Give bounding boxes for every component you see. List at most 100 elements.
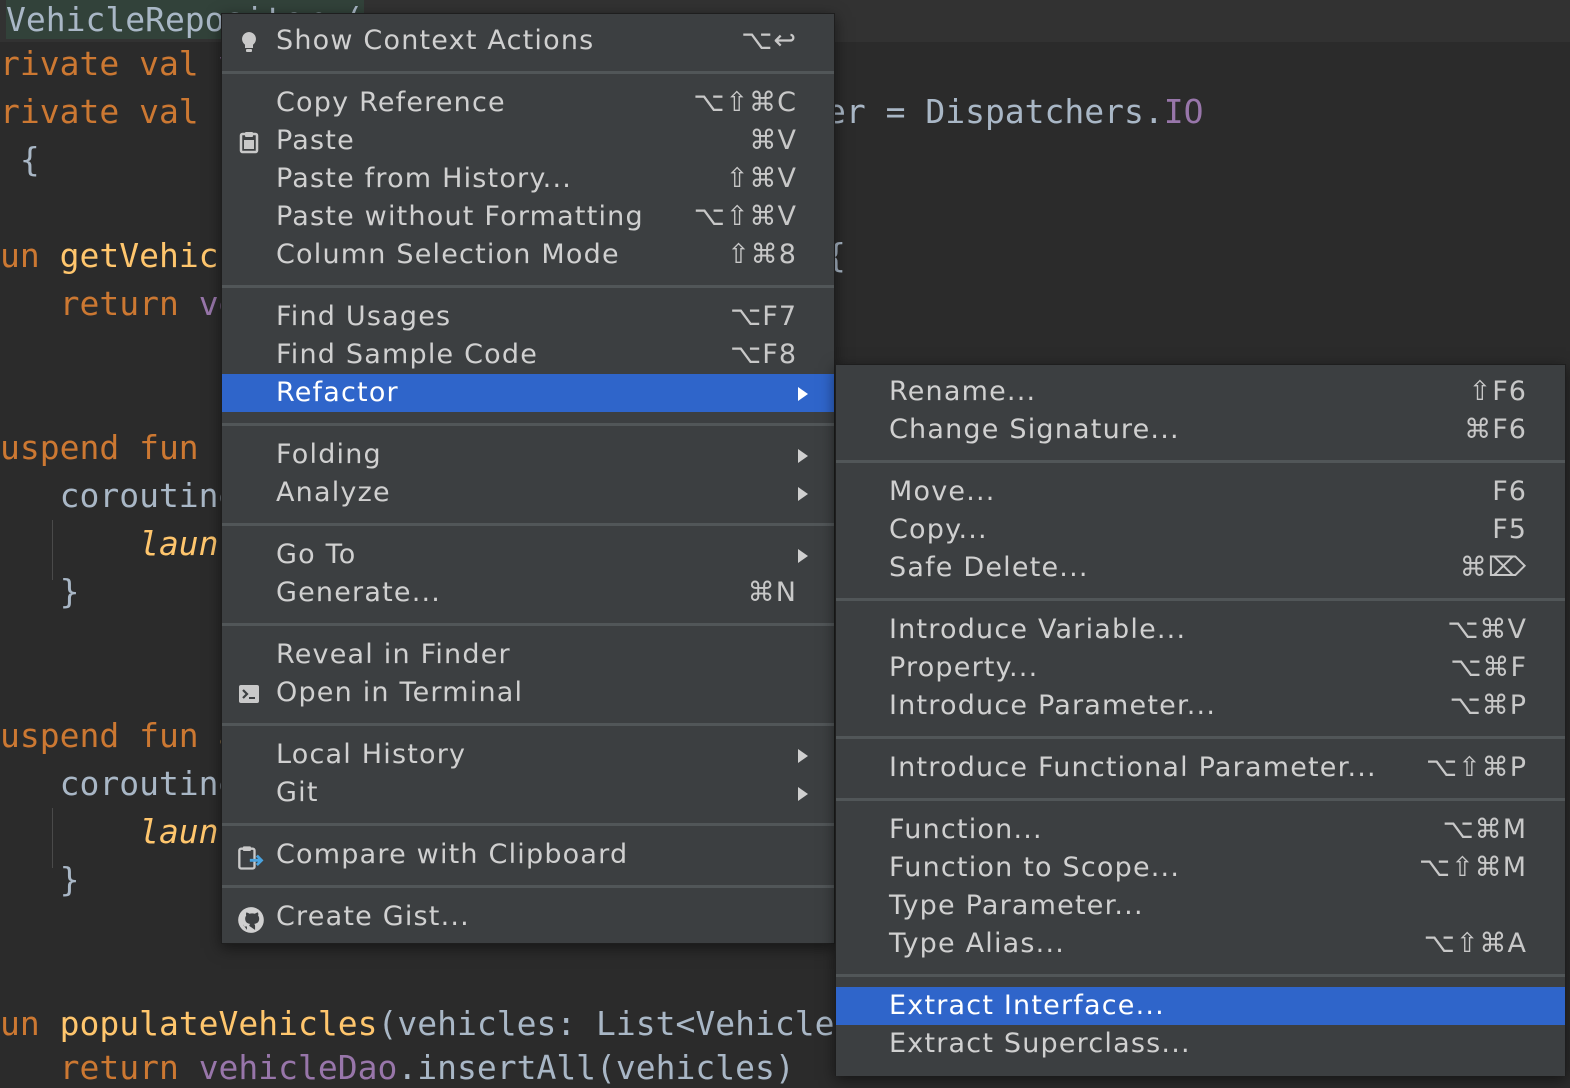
menu-item-type-parameter[interactable]: Type Parameter... xyxy=(836,887,1565,925)
submenu-arrow-icon xyxy=(798,549,808,563)
menu-item-shortcut: ⌥⇧⌘C xyxy=(693,87,797,118)
menu-item-label: Function... xyxy=(889,814,1043,845)
menu-item-shortcut: ⌥F7 xyxy=(730,301,797,332)
menu-item-find-sample-code[interactable]: Find Sample Code ⌥F8 xyxy=(222,336,834,374)
menu-item-folding[interactable]: Folding xyxy=(222,436,834,474)
menu-item-label: Compare with Clipboard xyxy=(276,839,629,870)
menu-item-shortcut: ⌥⌘P xyxy=(1449,690,1527,721)
code-token: un xyxy=(0,1004,60,1043)
menu-item-shortcut: ⌥⌘F xyxy=(1450,652,1527,683)
menu-item-label: Analyze xyxy=(276,477,391,508)
menu-item-shortcut: ⌥⇧⌘M xyxy=(1418,852,1527,883)
menu-item-change-signature[interactable]: Change Signature... ⌘F6 xyxy=(836,411,1565,449)
code-token: return xyxy=(0,1048,199,1087)
code-token: { xyxy=(0,140,40,179)
code-token: populateVehicles xyxy=(59,1004,378,1043)
menu-separator xyxy=(836,736,1565,739)
menu-item-extract-interface[interactable]: Extract Interface... xyxy=(836,987,1565,1025)
submenu-arrow-icon xyxy=(798,387,808,401)
menu-item-introduce-variable[interactable]: Introduce Variable... ⌥⌘V xyxy=(836,611,1565,649)
menu-item-label: Introduce Parameter... xyxy=(889,690,1217,721)
menu-item-create-gist[interactable]: Create Gist... xyxy=(222,898,834,936)
code-token: } xyxy=(0,572,80,611)
menu-item-analyze[interactable]: Analyze xyxy=(222,474,834,512)
menu-item-generate[interactable]: Generate... ⌘N xyxy=(222,574,834,612)
menu-item-label: Git xyxy=(276,777,319,808)
code-token: coroutine xyxy=(0,764,239,803)
menu-item-paste-from-history[interactable]: Paste from History... ⇧⌘V xyxy=(222,160,834,198)
menu-item-shortcut: ⌘F6 xyxy=(1464,414,1527,445)
code-line: er = Dispatchers.IO xyxy=(826,92,1204,132)
menu-item-property[interactable]: Property... ⌥⌘F xyxy=(836,649,1565,687)
menu-item-label: Copy... xyxy=(889,514,988,545)
menu-item-label: Extract Interface... xyxy=(889,990,1165,1021)
menu-item-label: Copy Reference xyxy=(276,87,506,118)
menu-item-move[interactable]: Move... F6 xyxy=(836,473,1565,511)
menu-item-go-to[interactable]: Go To xyxy=(222,536,834,574)
code-line: } xyxy=(0,860,80,900)
menu-item-shortcut: ⌥F8 xyxy=(730,339,797,370)
menu-item-safe-delete[interactable]: Safe Delete... ⌘⌦ xyxy=(836,549,1565,587)
menu-item-label: Open in Terminal xyxy=(276,677,524,708)
context-menu: Show Context Actions ⌥↩ Copy Reference ⌥⇧⌘C… xyxy=(221,13,835,944)
menu-item-paste[interactable]: Paste ⌘V xyxy=(222,122,834,160)
menu-item-local-history[interactable]: Local History xyxy=(222,736,834,774)
menu-separator xyxy=(222,523,834,526)
menu-item-introduce-parameter[interactable]: Introduce Parameter... ⌥⌘P xyxy=(836,687,1565,725)
menu-item-shortcut: F5 xyxy=(1492,514,1527,545)
code-token: er = Dispatchers. xyxy=(826,92,1164,131)
menu-item-git[interactable]: Git xyxy=(222,774,834,812)
menu-item-column-selection-mode[interactable]: Column Selection Mode ⇧⌘8 xyxy=(222,236,834,274)
lightbulb-icon xyxy=(237,30,261,54)
code-token: rivate val xyxy=(0,44,219,83)
menu-item-copy[interactable]: Copy... F5 xyxy=(836,511,1565,549)
menu-item-label: Type Alias... xyxy=(889,928,1066,959)
menu-item-shortcut: ⌥⌘V xyxy=(1447,614,1527,645)
menu-item-rename[interactable]: Rename... ⇧F6 xyxy=(836,373,1565,411)
menu-item-label: Type Parameter... xyxy=(889,890,1144,921)
code-line: uspend fun r xyxy=(0,428,238,468)
menu-item-find-usages[interactable]: Find Usages ⌥F7 xyxy=(222,298,834,336)
code-token: uspend fun xyxy=(0,428,219,467)
menu-item-refactor[interactable]: Refactor xyxy=(222,374,834,412)
menu-item-show-context-actions[interactable]: Show Context Actions ⌥↩ xyxy=(222,22,834,60)
submenu-arrow-icon xyxy=(798,449,808,463)
code-token: launc xyxy=(0,524,239,563)
menu-item-copy-reference[interactable]: Copy Reference ⌥⇧⌘C xyxy=(222,84,834,122)
github-icon xyxy=(237,906,264,933)
menu-item-label: Safe Delete... xyxy=(889,552,1089,583)
menu-item-shortcut: ⌥⇧⌘A xyxy=(1423,928,1527,959)
menu-item-introduce-functional-parameter[interactable]: Introduce Functional Parameter... ⌥⇧⌘P xyxy=(836,749,1565,787)
code-token: IO xyxy=(1163,92,1204,131)
menu-item-label: Rename... xyxy=(889,376,1037,407)
code-line: launc xyxy=(0,812,238,852)
menu-item-shortcut: ⇧⌘V xyxy=(725,163,797,194)
menu-item-open-in-terminal[interactable]: Open in Terminal xyxy=(222,674,834,712)
menu-item-compare-with-clipboard[interactable]: Compare with Clipboard xyxy=(222,836,834,874)
menu-item-shortcut: F6 xyxy=(1492,476,1527,507)
menu-item-label: Column Selection Mode xyxy=(276,239,620,270)
menu-item-label: Create Gist... xyxy=(276,901,470,932)
code-line: un getVehicl xyxy=(0,236,238,276)
menu-item-reveal-in-finder[interactable]: Reveal in Finder xyxy=(222,636,834,674)
menu-item-extract-superclass[interactable]: Extract Superclass... xyxy=(836,1025,1565,1063)
menu-item-label: Function to Scope... xyxy=(889,852,1181,883)
menu-item-label: Refactor xyxy=(276,377,399,408)
menu-item-label: Paste from History... xyxy=(276,163,573,194)
code-token: getVehicl xyxy=(59,236,239,275)
code-line: un populateVehicles(vehicles: List<Vehic… xyxy=(0,1004,854,1044)
menu-item-function[interactable]: Function... ⌥⌘M xyxy=(836,811,1565,849)
menu-separator xyxy=(222,885,834,888)
code-line: coroutine xyxy=(0,764,239,804)
terminal-icon xyxy=(237,682,261,706)
menu-item-type-alias[interactable]: Type Alias... ⌥⇧⌘A xyxy=(836,925,1565,963)
menu-item-label: Change Signature... xyxy=(889,414,1180,445)
menu-item-function-to-scope[interactable]: Function to Scope... ⌥⇧⌘M xyxy=(836,849,1565,887)
menu-item-label: Move... xyxy=(889,476,996,507)
menu-item-label: Local History xyxy=(276,739,467,770)
menu-item-label: Extract Superclass... xyxy=(889,1028,1191,1059)
code-line: coroutine xyxy=(0,476,239,516)
code-token: vehicleDao xyxy=(198,1048,398,1087)
menu-item-label: Reveal in Finder xyxy=(276,639,511,670)
menu-item-paste-without-formatting[interactable]: Paste without Formatting ⌥⇧⌘V xyxy=(222,198,834,236)
